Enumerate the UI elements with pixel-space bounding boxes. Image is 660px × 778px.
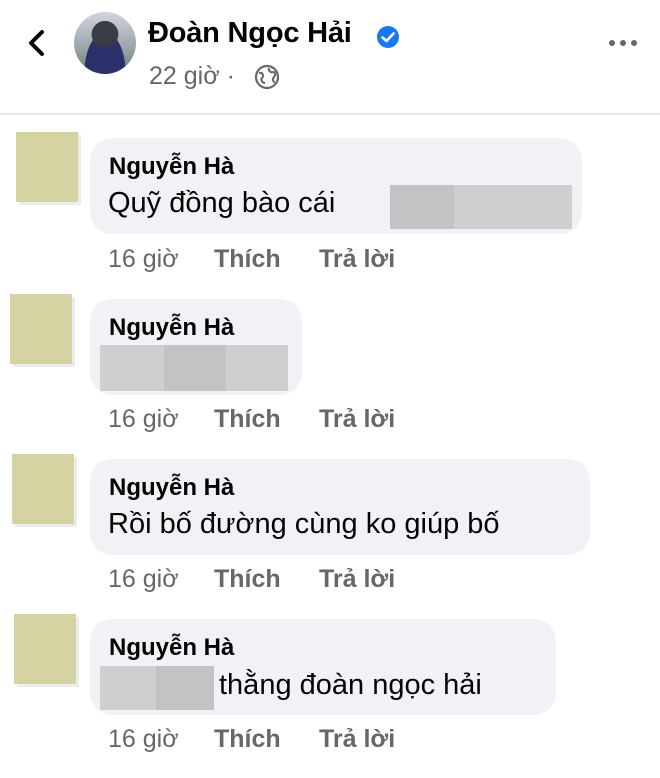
commenter-avatar[interactable] <box>16 132 78 202</box>
comment-text: Rồi bố đường cùng ko giúp bố <box>108 508 500 540</box>
more-options-icon[interactable] <box>608 38 638 48</box>
meta-separator: · <box>226 62 235 90</box>
post-header: Đoàn Ngọc Hải 22 giờ · <box>0 0 660 113</box>
comment-time[interactable]: 16 giờ <box>108 725 179 754</box>
post-time[interactable]: 22 giờ <box>149 62 220 90</box>
redacted-text <box>156 666 214 710</box>
header-divider <box>0 113 660 115</box>
comment-item: Nguyễn Hà Rồi bố đường cùng ko giúp bố 1… <box>0 452 660 612</box>
author-name[interactable]: Đoàn Ngọc Hải <box>148 17 352 50</box>
commenter-avatar[interactable] <box>12 454 74 524</box>
reply-button[interactable]: Trả lời <box>319 725 395 754</box>
like-button[interactable]: Thích <box>214 405 281 434</box>
globe-icon <box>254 64 280 90</box>
reply-button[interactable]: Trả lời <box>319 405 395 434</box>
post-meta: 22 giờ · <box>149 62 235 91</box>
verified-badge-icon <box>377 26 399 48</box>
like-button[interactable]: Thích <box>214 245 281 274</box>
redacted-text <box>454 185 572 229</box>
redacted-text <box>390 185 454 229</box>
commenter-name[interactable]: Nguyễn Hà <box>109 634 234 662</box>
comment-item: Nguyễn Hà 16 giờ Thích Trả lời <box>0 292 660 452</box>
commenter-avatar[interactable] <box>14 614 76 684</box>
reply-button[interactable]: Trả lời <box>319 245 395 274</box>
redacted-text <box>164 345 226 391</box>
commenter-name[interactable]: Nguyễn Hà <box>109 314 234 342</box>
comment-time[interactable]: 16 giờ <box>108 405 179 434</box>
reply-button[interactable]: Trả lời <box>319 565 395 594</box>
like-button[interactable]: Thích <box>214 565 281 594</box>
comment-text: thằng đoàn ngọc hải <box>219 669 482 701</box>
commenter-name[interactable]: Nguyễn Hà <box>109 153 234 181</box>
redacted-text <box>226 345 288 391</box>
comment-time[interactable]: 16 giờ <box>108 565 179 594</box>
redacted-text <box>100 666 156 710</box>
redacted-text <box>100 345 164 391</box>
commenter-avatar[interactable] <box>10 294 72 364</box>
chevron-left-icon[interactable] <box>22 26 52 60</box>
author-avatar[interactable] <box>74 12 136 74</box>
comment-time[interactable]: 16 giờ <box>108 245 179 274</box>
comment-item: Nguyễn Hà thằng đoàn ngọc hải 16 giờ Thí… <box>0 612 660 772</box>
like-button[interactable]: Thích <box>214 725 281 754</box>
commenter-name[interactable]: Nguyễn Hà <box>109 474 234 502</box>
comment-text: Quỹ đồng bào cái <box>108 187 336 219</box>
comment-item: Nguyễn Hà Quỹ đồng bào cái 16 giờ Thích … <box>0 130 660 290</box>
